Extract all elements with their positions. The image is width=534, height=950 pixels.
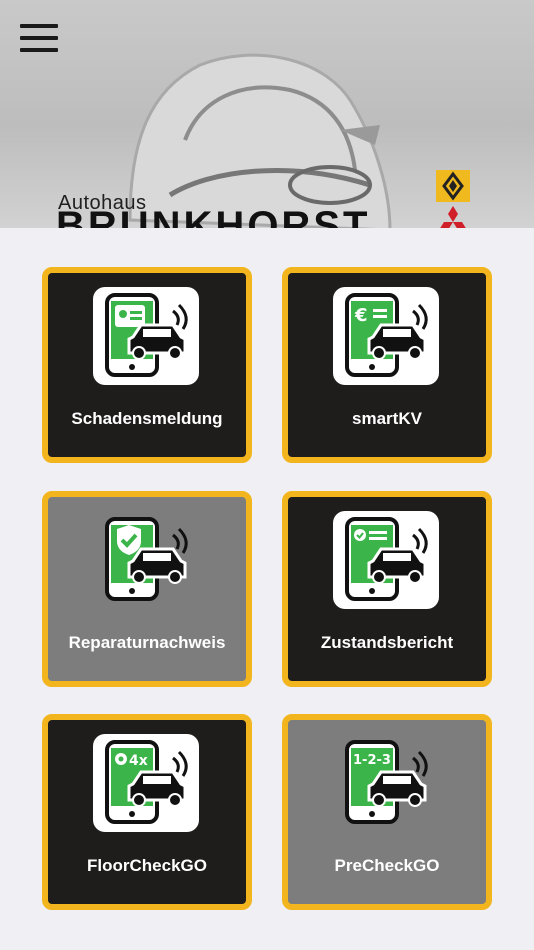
- tile-floorcheckgo[interactable]: 4x FloorCheckGO: [42, 714, 252, 910]
- tile-label: Zustandsbericht: [320, 633, 454, 652]
- svg-text:€: €: [354, 305, 368, 326]
- precheck-badge: 1-2-3: [353, 753, 391, 768]
- floorcheck-icon: 4x: [93, 734, 199, 832]
- condition-report-icon: [333, 511, 439, 609]
- tile-label: smartKV: [352, 409, 422, 428]
- tile-label: FloorCheckGO: [87, 856, 207, 875]
- tile-label: Schadensmeldung: [71, 409, 223, 428]
- repair-proof-icon: [93, 511, 199, 609]
- brand-title: BRUNKHORST: [56, 204, 371, 228]
- tile-zustandsbericht[interactable]: Zustandsbericht: [282, 491, 492, 687]
- tile-label: Reparaturnachweis: [68, 633, 226, 652]
- hamburger-menu-icon[interactable]: [20, 24, 58, 56]
- renault-logo-icon: [436, 170, 470, 202]
- tile-schadensmeldung[interactable]: Schadensmeldung: [42, 267, 252, 463]
- precheck-icon: 1-2-3: [333, 734, 439, 832]
- tile-smartkv[interactable]: € smartKV: [282, 267, 492, 463]
- damage-report-icon: [93, 287, 199, 385]
- smart-quote-icon: €: [333, 287, 439, 385]
- tile-precheckgo[interactable]: 1-2-3 PreCheckGO: [282, 714, 492, 910]
- floorcheck-badge: 4x: [129, 753, 148, 769]
- tile-reparaturnachweis[interactable]: Reparaturnachweis: [42, 491, 252, 687]
- header-banner: Autohaus BRUNKHORST: [0, 0, 534, 228]
- mitsubishi-logo-icon: [440, 206, 466, 228]
- feature-grid: Schadensmeldung € smartKV Reparaturnachw…: [42, 267, 492, 913]
- tile-label: PreCheckGO: [334, 856, 440, 875]
